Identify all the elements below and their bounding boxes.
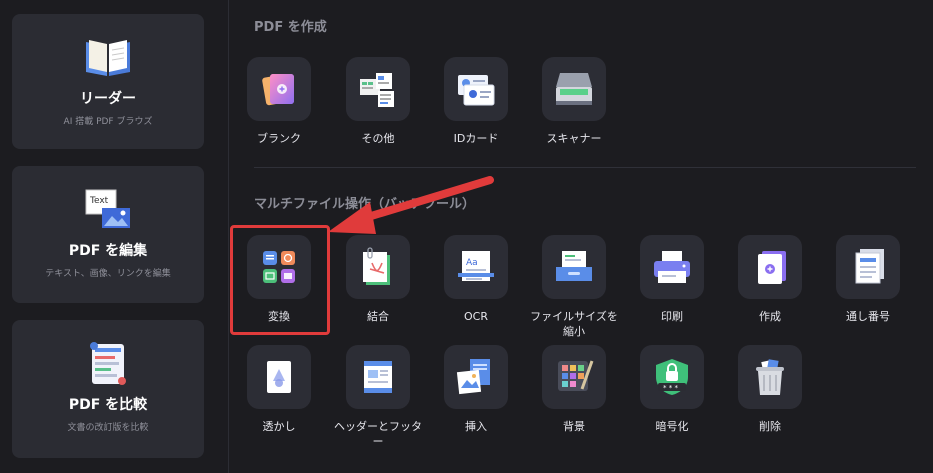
background-icon [558,360,594,391]
bates-number-tool[interactable]: 通し番号 [823,235,913,324]
create-tool[interactable]: 作成 [725,235,815,324]
watermark-label: 透かし [262,420,296,433]
compare-pdf-subtitle: 文書の改訂版を比較 [67,423,149,433]
print-tool[interactable]: 印刷 [627,235,717,324]
combine-label: 結合 [367,310,389,323]
bates-number-tile[interactable] [836,235,900,299]
combine-tile[interactable] [346,235,410,299]
blank-tile[interactable] [247,57,311,121]
delete-tile[interactable] [738,345,802,409]
vertical-divider [228,0,229,473]
ocr-label: OCR [464,310,488,323]
encrypt-label: 暗号化 [655,420,689,433]
create-pdf-section-title: PDF を作成 [254,20,327,35]
combine-tool[interactable]: 結合 [333,235,423,324]
ocr-icon: Aa [458,251,494,281]
header-footer-icon [364,361,392,393]
encrypt-tile[interactable]: * * * [640,345,704,409]
background-tile[interactable] [542,345,606,409]
section-divider [254,167,916,168]
compress-label: ファイルサイズを縮小 [530,310,618,338]
create-label: 作成 [759,310,781,323]
scanner-tool[interactable]: スキャナー [529,57,619,146]
header-footer-tool[interactable]: ヘッダーとフッター [333,345,423,449]
edit-pdf-subtitle: テキスト、画像、リンクを編集 [45,269,171,279]
delete-tool[interactable]: 削除 [725,345,815,434]
blank-tool[interactable]: ブランク [234,57,324,146]
insert-tool[interactable]: 挿入 [431,345,521,434]
header-footer-label: ヘッダーとフッター [334,420,422,448]
create-tile[interactable] [738,235,802,299]
reader-card[interactable]: リーダー AI 搭載 PDF ブラウズ [12,14,204,149]
reader-title: リーダー [80,91,136,107]
compare-pdf-title: PDF を比較 [68,397,148,413]
header-footer-tile[interactable] [346,345,410,409]
scanner-label: スキャナー [546,132,602,145]
print-label: 印刷 [661,310,683,323]
blank-doc-icon [262,74,294,106]
compare-icon [90,342,126,385]
background-label: 背景 [563,420,585,433]
scanner-tile[interactable] [542,57,606,121]
watermark-tile[interactable] [247,345,311,409]
create-icon [758,251,786,284]
reader-subtitle: AI 搭載 PDF ブラウズ [63,117,153,127]
trash-icon [756,359,784,395]
id-card-label: IDカード [453,132,499,145]
convert-highlight-box [230,225,330,335]
compare-pdf-card[interactable]: PDF を比較 文書の改訂版を比較 [12,320,204,458]
insert-tile[interactable] [444,345,508,409]
red-arrow-icon [328,176,494,234]
other-tile[interactable] [346,57,410,121]
watermark-icon [267,361,291,393]
other-label: その他 [361,132,395,145]
edit-pdf-card[interactable]: Text PDF を編集 テキスト、画像、リンクを編集 [12,166,204,303]
ocr-tool[interactable]: Aa OCR [431,235,521,324]
edit-icon-text: Text [89,196,109,206]
watermark-tool[interactable]: 透かし [234,345,324,434]
combine-icon [363,247,390,285]
book-icon [86,40,130,76]
scanner-icon [556,73,592,105]
print-icon [654,251,690,283]
ocr-tile[interactable]: Aa [444,235,508,299]
edit-pdf-title: PDF を編集 [68,243,148,259]
compress-tile[interactable] [542,235,606,299]
insert-icon [456,359,490,395]
other-files-icon [360,73,394,107]
bates-number-icon [855,249,884,284]
edit-text-icon: Text [85,189,130,228]
id-card-tool[interactable]: IDカード [431,57,521,146]
print-tile[interactable] [640,235,704,299]
insert-label: 挿入 [465,420,487,433]
encrypt-tool[interactable]: * * * 暗号化 [627,345,717,434]
compress-tool[interactable]: ファイルサイズを縮小 [529,235,619,339]
other-tool[interactable]: その他 [333,57,423,146]
blank-label: ブランク [257,132,301,145]
id-card-icon [458,75,495,106]
delete-label: 削除 [759,420,781,433]
encrypt-icon: * * * [656,359,688,395]
compress-icon [556,251,592,281]
left-panel: リーダー AI 搭載 PDF ブラウズ Text PDF を編集 テキスト、画像… [0,0,226,473]
id-card-tile[interactable] [444,57,508,121]
svg-text:* * *: * * * [663,384,678,392]
bates-number-label: 通し番号 [846,310,890,323]
svg-text:Aa: Aa [466,258,478,268]
background-tool[interactable]: 背景 [529,345,619,434]
